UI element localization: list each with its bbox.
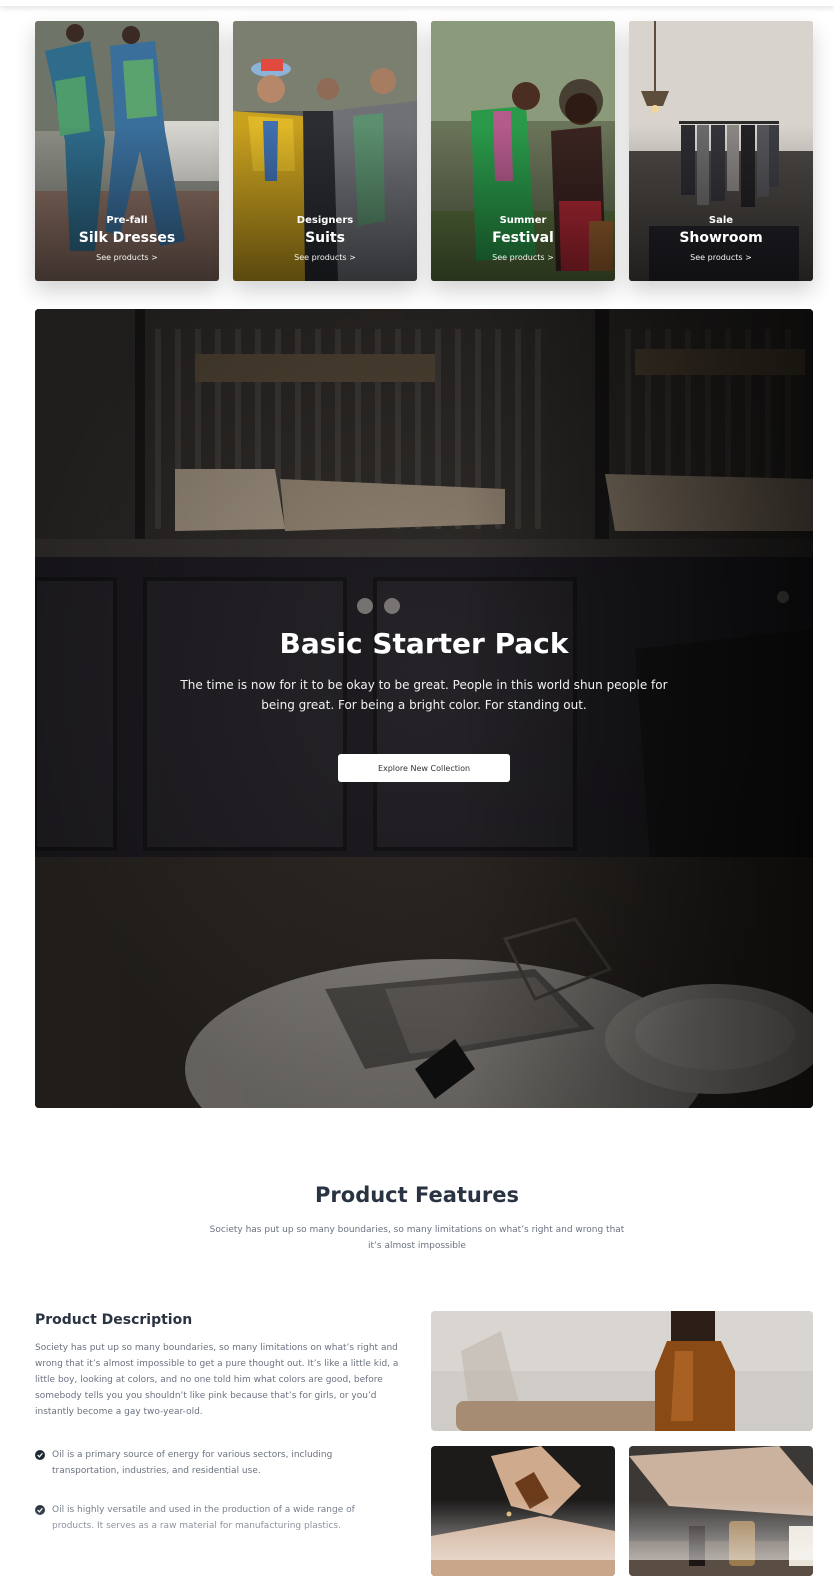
hero-title: Basic Starter Pack (279, 627, 569, 660)
category-card-showroom[interactable]: Sale Showroom See products > (629, 21, 813, 281)
top-navbar-edge (0, 0, 834, 6)
feature-point-text: Oil is a primary source of energy for va… (52, 1450, 333, 1476)
product-description-body: Society has put up so many boundaries, s… (35, 1343, 399, 1417)
card-title: Showroom (679, 230, 763, 246)
card-title: Festival (492, 230, 554, 246)
feature-point: Oil is a primary source of energy for va… (35, 1447, 395, 1479)
card-kicker: Pre-fall (106, 215, 148, 226)
category-card-festival[interactable]: Summer Festival See products > (431, 21, 615, 281)
category-cards: Pre-fall Silk Dresses See products > Des… (35, 21, 813, 281)
card-text: Summer Festival See products > (431, 215, 615, 264)
see-products-link[interactable]: See products > (629, 252, 813, 264)
card-kicker: Designers (296, 215, 354, 226)
feature-point-text: Oil is highly versatile and used in the … (52, 1505, 355, 1531)
feature-point: Oil is highly versatile and used in the … (35, 1502, 395, 1534)
check-circle-icon (35, 1450, 45, 1460)
card-text: Pre-fall Silk Dresses See products > (35, 215, 219, 264)
product-photo-jars (629, 1446, 813, 1576)
check-circle-icon (35, 1505, 45, 1515)
see-products-link[interactable]: See products > (233, 252, 417, 264)
hero-text: The time is now for it to be okay to be … (180, 678, 668, 712)
see-products-link[interactable]: See products > (431, 252, 615, 264)
card-kicker: Sale (708, 215, 734, 226)
see-products-link[interactable]: See products > (35, 252, 219, 264)
card-text: Designers Suits See products > (233, 215, 417, 264)
hero-banner: Basic Starter Pack The time is now for i… (35, 309, 813, 1108)
category-card-suits[interactable]: Designers Suits See products > (233, 21, 417, 281)
card-kicker: Summer (499, 215, 547, 226)
features-subtitle: Society has put up so many boundaries, s… (209, 1225, 625, 1251)
product-description-title: Product Description (35, 1312, 193, 1328)
card-text: Sale Showroom See products > (629, 215, 813, 264)
explore-new-collection-button[interactable]: Explore New Collection (338, 754, 510, 782)
product-photo-dropper (431, 1446, 615, 1576)
product-photo-bottle (431, 1311, 813, 1431)
card-title: Suits (305, 230, 345, 246)
card-title: Silk Dresses (78, 230, 176, 246)
features-title: Product Features (315, 1183, 519, 1207)
category-card-silk-dresses[interactable]: Pre-fall Silk Dresses See products > (35, 21, 219, 281)
